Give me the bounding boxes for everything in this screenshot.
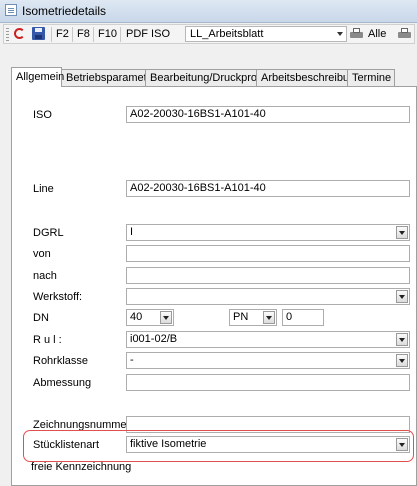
- von-label: von: [33, 248, 51, 260]
- toolbar-separator: [120, 27, 121, 42]
- f2-button[interactable]: F2: [56, 26, 69, 43]
- chevron-down-icon[interactable]: [263, 311, 275, 324]
- rohrklasse-value: -: [130, 354, 134, 366]
- rohrklasse-label: Rohrklasse: [33, 355, 89, 367]
- tab-allgemein[interactable]: Allgemein: [11, 67, 64, 87]
- pn-label: PN: [233, 311, 249, 323]
- pn-select[interactable]: PN: [229, 309, 277, 326]
- von-field[interactable]: [126, 245, 410, 262]
- window-title: Isometriedetails: [22, 4, 107, 18]
- abmessung-field[interactable]: [126, 374, 410, 391]
- dgrl-value: I: [130, 226, 134, 238]
- pdf-iso-button[interactable]: PDF ISO: [126, 26, 170, 43]
- rul-select[interactable]: i001-02/B: [126, 331, 410, 348]
- toolbar-separator: [93, 27, 94, 42]
- stuecklistenart-label: Stücklistenart: [33, 439, 100, 451]
- dn-select[interactable]: 40: [126, 309, 174, 326]
- pn-field[interactable]: 0: [282, 309, 324, 326]
- chevron-down-icon[interactable]: [396, 226, 408, 239]
- werkstoff-select[interactable]: [126, 288, 410, 305]
- tab-bearbeitung-druckproben[interactable]: Bearbeitung/Druckproben: [145, 69, 275, 86]
- rohrklasse-select[interactable]: -: [126, 352, 410, 369]
- dn-label: DN: [33, 312, 49, 324]
- print-icon[interactable]: [350, 28, 363, 39]
- tab-betriebsparameter[interactable]: Betriebsparameter: [61, 69, 157, 86]
- chevron-down-icon[interactable]: [396, 438, 408, 451]
- dgrl-select[interactable]: I: [126, 224, 410, 241]
- abmessung-label: Abmessung: [33, 377, 92, 389]
- freie-kennzeichnung-label: freie Kennzeichnung: [31, 461, 132, 473]
- werkstoff-label: Werkstoff:: [33, 291, 83, 303]
- window-icon: [5, 4, 17, 16]
- rul-label: R u l :: [33, 334, 62, 346]
- chevron-down-icon[interactable]: [396, 333, 408, 346]
- toolbar-separator: [72, 27, 73, 42]
- iso-field[interactable]: A02-20030-16BS1-A101-40: [126, 106, 410, 123]
- line-field[interactable]: A02-20030-16BS1-A101-40: [126, 180, 410, 197]
- iso-label: ISO: [33, 109, 52, 121]
- tab-arbeitsbeschreibung[interactable]: Arbeitsbeschreibung: [256, 69, 361, 86]
- rul-value: i001-02/B: [130, 333, 178, 345]
- line-label: Line: [33, 183, 54, 195]
- toolbar: F2 F8 F10 PDF ISO LL_Arbeitsblatt Alle: [3, 24, 415, 44]
- dgrl-label: DGRL: [33, 227, 64, 239]
- chevron-down-icon[interactable]: [396, 290, 408, 303]
- refresh-icon[interactable]: [14, 28, 25, 39]
- print-all-button[interactable]: Alle: [368, 26, 386, 43]
- f8-button[interactable]: F8: [77, 26, 90, 43]
- chevron-down-icon[interactable]: [396, 354, 408, 367]
- stuecklistenart-select[interactable]: fiktive Isometrie: [126, 436, 410, 453]
- title-bar: Isometriedetails: [0, 0, 417, 23]
- print-icon[interactable]: [398, 28, 411, 39]
- layout-select[interactable]: LL_Arbeitsblatt: [185, 26, 347, 42]
- nach-field[interactable]: [126, 267, 410, 284]
- dn-value: 40: [130, 311, 143, 323]
- toolbar-grip[interactable]: [6, 28, 9, 41]
- nach-label: nach: [33, 270, 57, 282]
- chevron-down-icon: [337, 32, 343, 36]
- chevron-down-icon[interactable]: [160, 311, 172, 324]
- stuecklistenart-value: fiktive Isometrie: [130, 438, 207, 450]
- toolbar-separator: [51, 27, 52, 42]
- f10-button[interactable]: F10: [98, 26, 117, 43]
- save-icon[interactable]: [32, 27, 45, 40]
- layout-select-value: LL_Arbeitsblatt: [190, 28, 264, 40]
- tab-termine[interactable]: Termine: [347, 69, 395, 86]
